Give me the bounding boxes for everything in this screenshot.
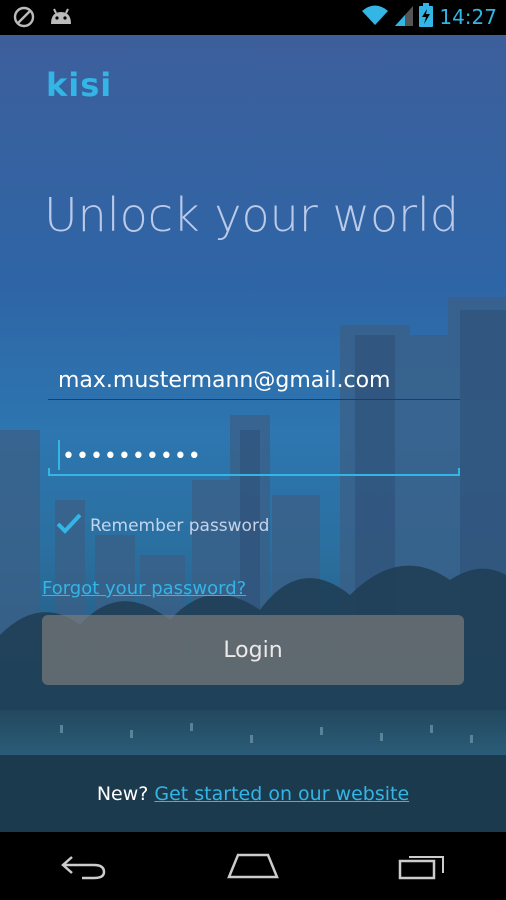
android-debug-icon (48, 6, 74, 32)
password-underline-left-tick (48, 468, 50, 476)
email-field[interactable] (48, 360, 460, 400)
wifi-icon (361, 4, 389, 30)
get-started-link[interactable]: Get started on our website (154, 783, 409, 805)
password-underline (48, 474, 460, 476)
status-bar: 14:27 (0, 0, 506, 35)
remember-password-checkbox[interactable]: Remember password (56, 512, 269, 540)
navigation-bar (0, 832, 506, 900)
email-underline (48, 399, 460, 400)
login-button[interactable]: Login (42, 615, 464, 685)
email-field-container (48, 360, 460, 400)
back-button[interactable] (44, 841, 124, 891)
clock: 14:27 (439, 5, 497, 29)
signal-icon (395, 4, 414, 30)
kisi-logo: kisi (46, 66, 113, 104)
back-icon (61, 856, 106, 880)
battery-charging-icon (419, 3, 434, 31)
recents-icon (398, 856, 444, 880)
text-cursor (58, 440, 60, 470)
password-underline-right-tick (458, 468, 460, 476)
no-sim-icon (12, 5, 36, 33)
headline: Unlock your world (44, 188, 460, 242)
home-button[interactable] (213, 841, 293, 891)
recents-button[interactable] (382, 841, 462, 891)
forgot-password-link[interactable]: Forgot your password? (42, 578, 246, 599)
password-field[interactable] (48, 436, 460, 476)
password-field-container (48, 436, 460, 476)
signup-footer: New? Get started on our website (0, 755, 506, 832)
footer-prefix: New? (96, 782, 149, 805)
home-icon (227, 853, 279, 879)
checkmark-icon (56, 512, 82, 540)
remember-password-label: Remember password (90, 516, 270, 536)
login-screen: 14:27 kisi Unlock your world max.musterm… (0, 0, 506, 900)
